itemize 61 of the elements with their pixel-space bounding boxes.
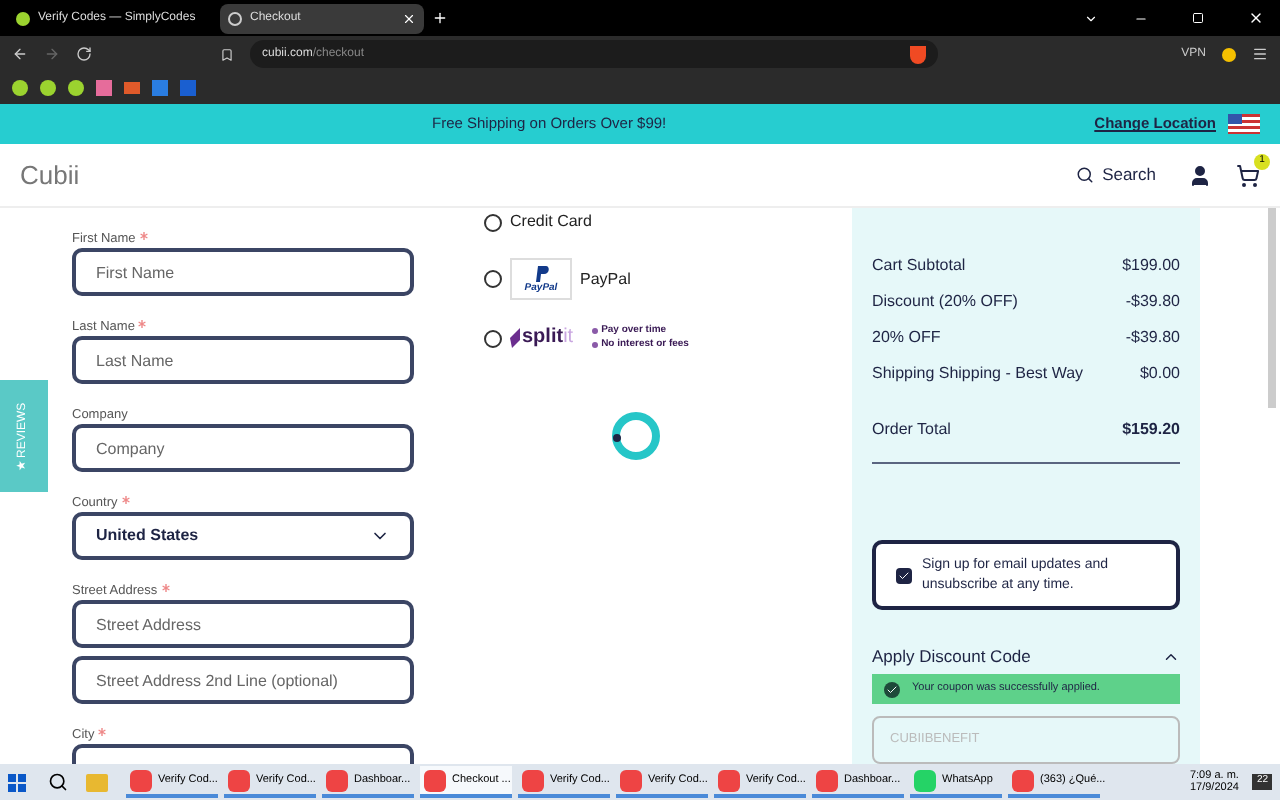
discount-toggle[interactable]: Apply Discount Code [872, 642, 1180, 671]
radio-button[interactable] [484, 329, 502, 347]
radio-button[interactable] [484, 213, 502, 231]
payment-label: PayPal [580, 267, 631, 291]
summary-label: Cart Subtotal [872, 253, 966, 278]
profile-icon[interactable] [1222, 47, 1236, 61]
account-icon[interactable] [1188, 163, 1212, 187]
maximize-icon[interactable] [1192, 12, 1204, 24]
loading-spinner-icon [608, 408, 664, 464]
app-icon [228, 769, 250, 791]
search-link[interactable]: Search [1102, 162, 1156, 188]
splitit-logo: splitit [508, 328, 574, 348]
back-icon[interactable] [12, 46, 28, 62]
summary-value: $199.00 [1122, 253, 1180, 278]
app-icon [130, 769, 152, 791]
cart-icon[interactable] [1236, 163, 1260, 187]
reload-icon[interactable] [76, 46, 92, 62]
country-select[interactable]: United States [72, 512, 414, 560]
checkbox[interactable] [896, 567, 912, 584]
close-icon[interactable] [1248, 10, 1264, 26]
search-icon[interactable] [48, 772, 68, 792]
text-field[interactable]: Street Address 2nd Line (optional) [72, 656, 414, 704]
summary-value: $0.00 [1139, 361, 1180, 385]
start-icon[interactable] [8, 773, 26, 791]
shield-icon[interactable] [910, 45, 926, 63]
app-icon [424, 769, 446, 791]
bookmark-icon[interactable] [220, 47, 234, 61]
chevron-down-icon[interactable] [1084, 11, 1098, 25]
summary-value: -$39.80 [1125, 289, 1180, 314]
app-icon [522, 769, 544, 791]
app-icon [620, 769, 642, 791]
app-icon [326, 769, 348, 791]
text-field[interactable]: First Name [72, 248, 414, 296]
favicon-icon [228, 11, 242, 25]
app-icon [1012, 769, 1034, 791]
total-label: Order Total [872, 418, 951, 443]
text-field[interactable]: Street Address [72, 600, 414, 648]
summary-label: Shipping Shipping - Best Way [872, 361, 1084, 385]
payment-label: Credit Card [510, 210, 592, 234]
close-icon[interactable] [402, 11, 416, 25]
bullet-icon [591, 342, 598, 348]
summary-label: Discount (20% OFF) [872, 289, 1018, 314]
new-tab-icon[interactable] [432, 10, 448, 26]
app-icon [718, 769, 740, 791]
menu-icon[interactable] [1252, 46, 1268, 62]
paypal-mark-icon [533, 265, 549, 283]
logo[interactable]: Cubii [20, 155, 80, 195]
flag-icon[interactable] [1228, 114, 1260, 134]
bullet-icon [591, 328, 598, 334]
app-icon [914, 769, 936, 791]
text-field[interactable]: Company [72, 424, 414, 472]
summary-value: -$39.80 [1125, 325, 1180, 350]
app-icon [816, 769, 838, 791]
scrollbar[interactable] [1268, 208, 1276, 408]
check-circle-icon [884, 681, 900, 698]
favicon-icon [16, 11, 30, 25]
radio-button[interactable] [484, 270, 502, 288]
text-field[interactable]: Last Name [72, 336, 414, 384]
summary-label: 20% OFF [872, 325, 941, 350]
total-value: $159.20 [1122, 418, 1180, 443]
search-icon[interactable] [1076, 166, 1095, 184]
